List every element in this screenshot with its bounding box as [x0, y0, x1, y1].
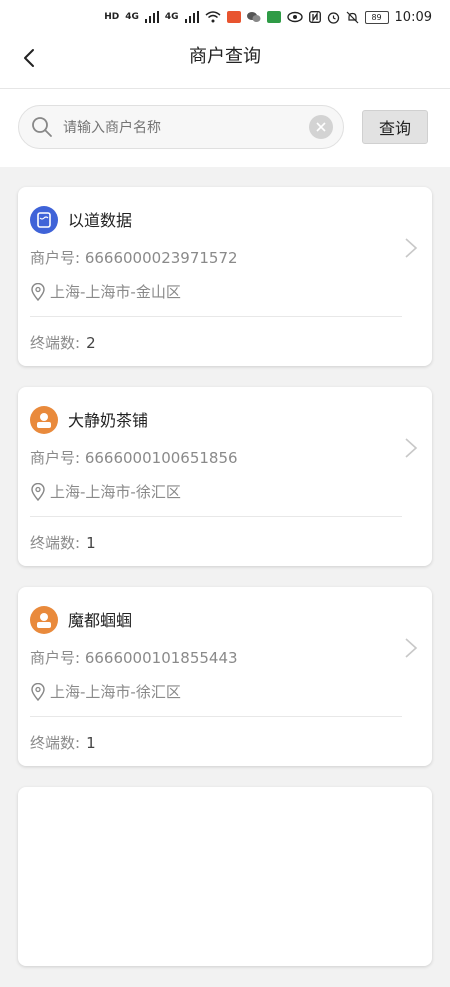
app-header: 商户查询: [0, 34, 450, 89]
merchant-location-text: 上海-上海市-徐汇区: [50, 683, 181, 701]
merchant-avatar: [30, 406, 58, 434]
terminal-count-value: 1: [86, 534, 96, 552]
merchant-location: 上海-上海市-金山区: [30, 281, 181, 302]
merchant-card-partial[interactable]: [18, 787, 432, 966]
merchant-location-text: 上海-上海市-金山区: [50, 283, 181, 301]
merchant-location: 上海-上海市-徐汇区: [30, 681, 181, 702]
signal-icon-2: [184, 11, 199, 23]
terminal-count-label: 终端数:: [30, 534, 81, 552]
clear-icon[interactable]: [309, 115, 333, 139]
signal-icon: [144, 11, 159, 23]
terminal-count: 终端数: 1: [30, 532, 96, 553]
merchant-name: 魔都蝈蝈: [68, 611, 133, 630]
network-4g-1: 4G: [125, 12, 139, 22]
chevron-right-icon: [405, 238, 418, 258]
nfc-icon: [308, 11, 321, 23]
merchant-card[interactable]: 大静奶茶铺 商户号: 6666000100651856 上海-上海市-徐汇区 终…: [18, 387, 432, 566]
terminal-count: 终端数: 1: [30, 732, 96, 753]
chevron-right-icon: [405, 638, 418, 658]
merchant-location: 上海-上海市-徐汇区: [30, 481, 181, 502]
merchant-number: 商户号: 6666000100651856: [30, 447, 238, 468]
merchant-name: 大静奶茶铺: [68, 411, 149, 430]
location-pin-icon: [31, 282, 45, 301]
merchant-number-value: 6666000101855443: [84, 649, 238, 667]
doc-icon: [37, 212, 51, 228]
merchant-number-label: 商户号:: [30, 249, 81, 267]
network-4g-2: 4G: [164, 12, 179, 22]
terminal-count-value: 1: [86, 734, 96, 752]
card-divider: [30, 716, 402, 717]
battery-icon: 89: [364, 10, 389, 24]
mute-icon: [346, 11, 358, 23]
person-icon: [37, 413, 51, 428]
alarm-icon: [327, 11, 339, 24]
eye-icon: [286, 11, 303, 23]
query-button[interactable]: 查询: [362, 110, 428, 144]
person-icon: [37, 613, 51, 628]
search-bar: 查询: [0, 89, 450, 167]
terminal-count: 终端数: 2: [30, 332, 96, 353]
merchant-number-value: 6666000100651856: [84, 449, 238, 467]
merchant-card[interactable]: 魔都蝈蝈 商户号: 6666000101855443 上海-上海市-徐汇区 终端…: [18, 587, 432, 766]
merchant-avatar: [30, 606, 58, 634]
wechat-icon: [246, 12, 261, 22]
search-field[interactable]: [18, 105, 344, 149]
merchant-number-label: 商户号:: [30, 649, 81, 667]
hd-indicator: HD: [104, 12, 120, 22]
app-notification-icon-2: [266, 11, 281, 23]
wifi-icon: [205, 11, 221, 23]
merchant-card[interactable]: 以道数据 商户号: 6666000023971572 上海-上海市-金山区 终端…: [18, 187, 432, 366]
merchant-name: 以道数据: [68, 211, 133, 230]
merchant-avatar: [30, 206, 58, 234]
terminal-count-label: 终端数:: [30, 334, 81, 352]
merchant-location-text: 上海-上海市-徐汇区: [50, 483, 181, 501]
merchant-list: 以道数据 商户号: 6666000023971572 上海-上海市-金山区 终端…: [18, 187, 432, 987]
card-divider: [30, 516, 402, 517]
page-title: 商户查询: [189, 46, 261, 67]
merchant-number: 商户号: 6666000023971572: [30, 247, 238, 268]
terminal-count-value: 2: [86, 334, 96, 352]
card-divider: [30, 316, 402, 317]
location-pin-icon: [31, 682, 45, 701]
merchant-number-value: 6666000023971572: [84, 249, 238, 267]
merchant-number: 商户号: 6666000101855443: [30, 647, 238, 668]
app-notification-icon: [226, 11, 241, 23]
status-bar: HD 4G 4G 89 10:09: [0, 0, 450, 34]
terminal-count-label: 终端数:: [30, 734, 81, 752]
status-time: 10:09: [394, 9, 432, 25]
chevron-right-icon: [405, 438, 418, 458]
search-input[interactable]: [61, 114, 305, 142]
merchant-number-label: 商户号:: [30, 449, 81, 467]
location-pin-icon: [31, 482, 45, 501]
search-icon: [32, 117, 52, 137]
